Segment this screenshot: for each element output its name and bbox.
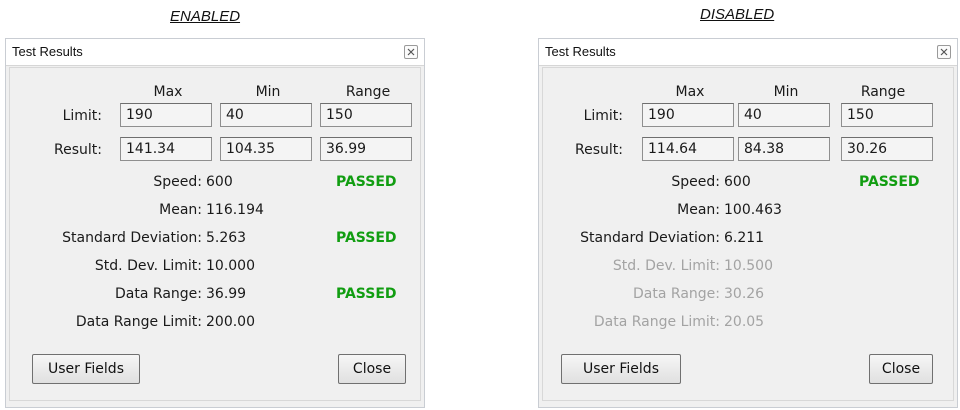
limit-range-field[interactable]: 150 [841, 103, 933, 127]
data-range-limit-value: 200.00 [206, 314, 255, 330]
caption-enabled: ENABLED [170, 8, 241, 25]
std-deviation-label: Standard Deviation: [62, 230, 202, 246]
mean-value: 116.194 [206, 202, 264, 218]
test-results-dialog-enabled: Test Results Max Min Range Limit: 190 40… [5, 38, 425, 408]
std-dev-limit-value: 10.500 [724, 258, 773, 274]
close-button[interactable]: Close [869, 354, 933, 384]
mean-label: Mean: [159, 202, 202, 218]
dialog-title: Test Results [12, 44, 83, 59]
result-max-field[interactable]: 141.34 [120, 137, 212, 161]
limit-max-field[interactable]: 190 [120, 103, 212, 127]
result-label: Result: [575, 142, 623, 158]
std-dev-limit-label: Std. Dev. Limit: [612, 258, 720, 274]
result-range-field[interactable]: 36.99 [320, 137, 412, 161]
speed-label: Speed: [153, 174, 202, 190]
user-fields-button[interactable]: User Fields [561, 354, 681, 384]
std-deviation-value: 5.263 [206, 230, 247, 246]
limit-label: Limit: [583, 108, 623, 124]
limit-max-field[interactable]: 190 [642, 103, 734, 127]
speed-status-badge: PASSED [859, 174, 920, 190]
data-range-value: 36.99 [206, 286, 247, 302]
speed-value: 600 [206, 174, 233, 190]
header-range: Range [345, 84, 391, 100]
header-max: Max [153, 84, 183, 100]
window-close-button[interactable] [937, 45, 951, 59]
user-fields-button[interactable]: User Fields [32, 354, 140, 384]
caption-disabled: DISABLED [700, 6, 775, 23]
header-max: Max [675, 84, 705, 100]
mean-value: 100.463 [724, 202, 782, 218]
limit-range-field[interactable]: 150 [320, 103, 412, 127]
std-dev-limit-label: Std. Dev. Limit: [94, 258, 202, 274]
limit-label: Limit: [62, 108, 102, 124]
test-results-dialog-disabled: Test Results Max Min Range Limit: 190 40… [538, 38, 958, 408]
window-close-button[interactable] [404, 45, 418, 59]
dialog-title: Test Results [545, 44, 616, 59]
data-range-value: 30.26 [724, 286, 765, 302]
data-range-status-badge: PASSED [336, 286, 397, 302]
speed-label: Speed: [671, 174, 720, 190]
data-range-limit-label: Data Range Limit: [593, 314, 720, 330]
header-min: Min [255, 84, 281, 100]
result-min-field[interactable]: 104.35 [220, 137, 312, 161]
close-icon [940, 48, 948, 56]
header-min: Min [773, 84, 799, 100]
header-range: Range [860, 84, 906, 100]
speed-value: 600 [724, 174, 751, 190]
dialog-content: Max Min Range Limit: 190 40 150 Result: … [9, 67, 421, 401]
close-icon [407, 48, 415, 56]
result-max-field[interactable]: 114.64 [642, 137, 734, 161]
title-bar: Test Results [6, 39, 424, 66]
mean-label: Mean: [677, 202, 720, 218]
std-deviation-label: Standard Deviation: [580, 230, 720, 246]
data-range-label: Data Range: [633, 286, 720, 302]
result-range-field[interactable]: 30.26 [841, 137, 933, 161]
limit-min-field[interactable]: 40 [220, 103, 312, 127]
data-range-limit-label: Data Range Limit: [75, 314, 202, 330]
limit-min-field[interactable]: 40 [738, 103, 830, 127]
close-button[interactable]: Close [338, 354, 406, 384]
speed-status-badge: PASSED [336, 174, 397, 190]
title-bar: Test Results [539, 39, 957, 66]
dialog-content: Max Min Range Limit: 190 40 150 Result: … [542, 67, 954, 401]
data-range-label: Data Range: [115, 286, 202, 302]
data-range-limit-value: 20.05 [724, 314, 765, 330]
std-deviation-status-badge: PASSED [336, 230, 397, 246]
result-label: Result: [54, 142, 102, 158]
std-dev-limit-value: 10.000 [206, 258, 255, 274]
result-min-field[interactable]: 84.38 [738, 137, 830, 161]
std-deviation-value: 6.211 [724, 230, 765, 246]
